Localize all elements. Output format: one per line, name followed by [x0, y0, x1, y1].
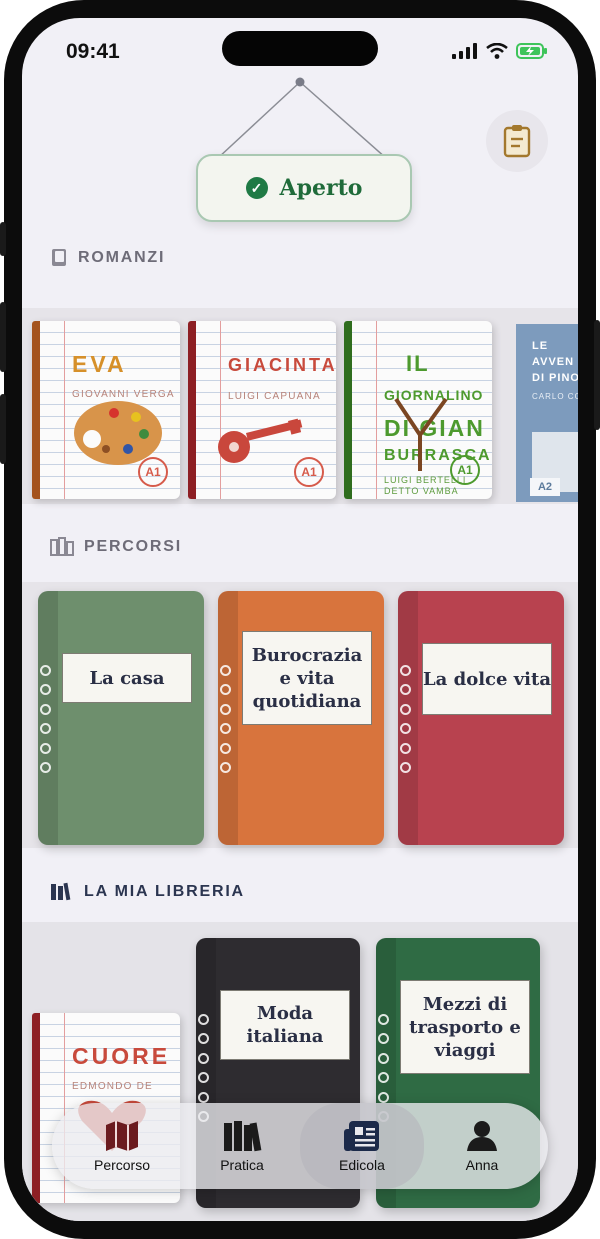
sign-plate: ✓ Aperto	[196, 154, 412, 222]
section-header-romanzi: ROMANZI	[50, 248, 165, 268]
tab-label: Anna	[465, 1157, 499, 1173]
open-sign[interactable]: ✓ Aperto	[192, 76, 412, 226]
sign-strings	[217, 77, 387, 159]
section-title-romanzi: ROMANZI	[78, 249, 166, 266]
tab-label: Edicola	[339, 1157, 385, 1173]
clipboard-icon	[503, 125, 531, 158]
book-title-line2: AVVEN	[532, 356, 575, 368]
clipboard-button[interactable]	[486, 110, 548, 172]
tab-edicola[interactable]: Edicola	[300, 1103, 424, 1189]
book-title: EVA	[72, 351, 127, 377]
slingshot-icon	[394, 397, 448, 471]
action-button	[0, 222, 6, 256]
book-spine	[32, 1013, 40, 1203]
ring-holes	[40, 665, 51, 773]
status-time: 09:41	[66, 40, 120, 63]
tab-label: Pratica	[220, 1157, 264, 1173]
notebook-label: La dolce vita	[422, 643, 552, 715]
volume-down-button	[0, 394, 6, 464]
cellular-signal-icon	[452, 43, 477, 59]
level-badge: A2	[530, 478, 560, 496]
book-eva[interactable]: EVA GIOVANNI VERGA A1	[32, 321, 180, 499]
volume-up-button	[0, 302, 6, 372]
romanzi-shelf: EVA GIOVANNI VERGA A1 GIACINTA LUIGI CAP…	[22, 308, 578, 504]
book-title: CUORE	[72, 1043, 171, 1069]
book-pinocchio[interactable]: LE AVVEN DI PINO CARLO CO A2	[516, 324, 578, 502]
book-title-line3: DI PINO	[532, 372, 578, 384]
binders-icon	[50, 537, 74, 556]
margin-line	[220, 321, 221, 499]
dynamic-island	[222, 31, 378, 66]
book-author: EDMONDO DE	[72, 1081, 153, 1092]
section-header-libreria: LA MIA LIBRERIA	[50, 882, 245, 902]
section-title-percorsi: PERCORSI	[84, 538, 182, 555]
section-title-libreria: LA MIA LIBRERIA	[84, 883, 245, 900]
tab-pratica[interactable]: Pratica	[180, 1103, 304, 1189]
library-icon	[51, 882, 71, 901]
margin-line	[376, 321, 377, 499]
book-title: GIACINTA	[228, 355, 336, 375]
sign-label: Aperto	[279, 175, 363, 201]
book-gian-burrasca[interactable]: IL GIORNALINO DI GIAN BURRASCA LUIGI BER…	[344, 321, 492, 499]
ring-holes	[220, 665, 231, 773]
notebook-label: Burocrazia e vita quotidiana	[242, 631, 372, 725]
map-icon	[106, 1121, 138, 1151]
status-icons	[452, 43, 548, 59]
wifi-icon	[486, 43, 508, 59]
path-la-dolce-vita[interactable]: La dolce vita	[398, 591, 564, 845]
book-spine	[344, 321, 352, 499]
book-author: CARLO CO	[532, 392, 578, 401]
status-bar: 09:41	[22, 18, 578, 78]
level-badge: A1	[138, 457, 168, 487]
newspaper-icon	[344, 1121, 379, 1151]
section-header-percorsi: PERCORSI	[50, 537, 182, 557]
book-spine	[32, 321, 40, 499]
level-badge: A1	[450, 455, 480, 485]
tab-percorso[interactable]: Percorso	[60, 1103, 184, 1189]
app-screen: 09:41 ✓ Aperto ROMANZI EVA GIOVANNI VERG…	[22, 18, 578, 1221]
battery-charging-icon	[516, 43, 547, 59]
tab-bar: Percorso Pratica Edicola Anna	[52, 1103, 548, 1189]
level-badge: A1	[294, 457, 324, 487]
margin-line	[64, 321, 65, 499]
checkmark-icon: ✓	[245, 177, 268, 199]
path-la-casa[interactable]: La casa	[38, 591, 204, 845]
books-icon	[224, 1121, 262, 1152]
notebook-label: Mezzi di trasporto e viaggi	[400, 980, 530, 1074]
notebook-label: La casa	[62, 653, 192, 703]
path-burocrazia[interactable]: Burocrazia e vita quotidiana	[218, 591, 384, 845]
book-title-line1: LE	[532, 340, 549, 352]
tab-anna[interactable]: Anna	[420, 1103, 544, 1189]
book-icon	[52, 249, 66, 266]
percorsi-shelf: La casa Burocrazia e vita quotidiana La …	[22, 582, 578, 848]
power-button	[594, 320, 600, 430]
book-title-line1: IL	[406, 351, 430, 376]
book-spine	[188, 321, 196, 499]
person-icon	[467, 1121, 497, 1151]
book-giacinta[interactable]: GIACINTA LUIGI CAPUANA A1	[188, 321, 336, 499]
notebook-label: Moda italiana	[220, 990, 350, 1060]
book-author: LUIGI CAPUANA	[228, 391, 321, 402]
ring-holes	[400, 665, 411, 773]
tab-label: Percorso	[93, 1157, 151, 1173]
